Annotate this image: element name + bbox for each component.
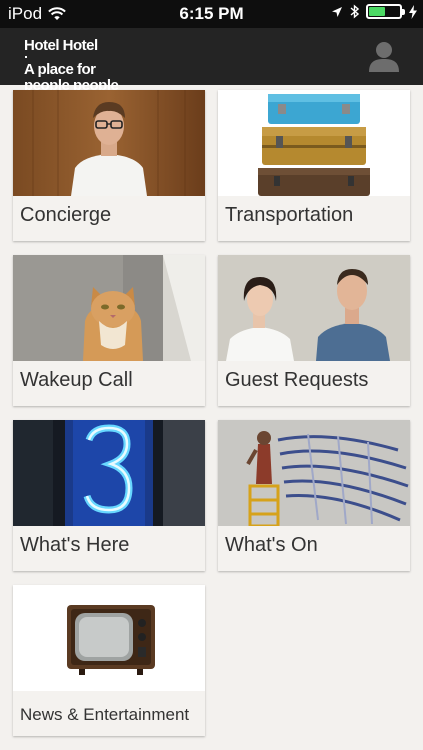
tile-label: News & Entertainment <box>20 705 190 724</box>
tile-wakeup-call[interactable]: Wakeup Call <box>13 255 205 406</box>
brand-dot <box>25 56 27 58</box>
brand-logo[interactable]: Hotel Hotel A place for people people <box>24 37 119 93</box>
brand-name: Hotel Hotel <box>24 37 98 54</box>
user-profile-icon[interactable] <box>367 40 401 72</box>
charging-bolt-icon <box>409 4 417 19</box>
tile-news-entertainment[interactable]: News & Entertainment <box>13 585 205 736</box>
tile-label: What's Here <box>20 534 130 556</box>
bluetooth-icon <box>350 4 359 19</box>
tile-label: Guest Requests <box>225 369 369 391</box>
transportation-image <box>218 90 410 196</box>
tile-label: Concierge <box>20 204 112 226</box>
tile-guest-requests[interactable]: Guest Requests <box>218 255 410 406</box>
brand-tagline-line1: A place for <box>24 61 96 78</box>
battery-fill <box>369 7 385 16</box>
tile-label: Wakeup Call <box>20 369 133 391</box>
concierge-image <box>13 90 205 196</box>
app-header: Hotel Hotel A place for people people <box>0 28 423 93</box>
tile-label: What's On <box>225 534 318 556</box>
whats-on-image <box>218 420 410 526</box>
battery-icon <box>366 4 405 19</box>
guest-requests-image <box>218 255 410 361</box>
location-arrow-icon <box>332 6 342 17</box>
tile-transportation[interactable]: Transportation <box>218 90 410 241</box>
status-right <box>331 4 417 19</box>
tile-whats-on[interactable]: What's On <box>218 420 410 571</box>
tile-whats-here[interactable]: What's Here <box>13 420 205 571</box>
status-bar: iPod 6:15 PM <box>0 0 423 28</box>
tile-label: Transportation <box>225 204 354 226</box>
whats-here-image <box>13 420 205 526</box>
news-entertainment-image <box>13 585 205 691</box>
battery-nub <box>402 9 405 15</box>
wakeup-call-image <box>13 255 205 361</box>
tile-concierge[interactable]: Concierge <box>13 90 205 241</box>
